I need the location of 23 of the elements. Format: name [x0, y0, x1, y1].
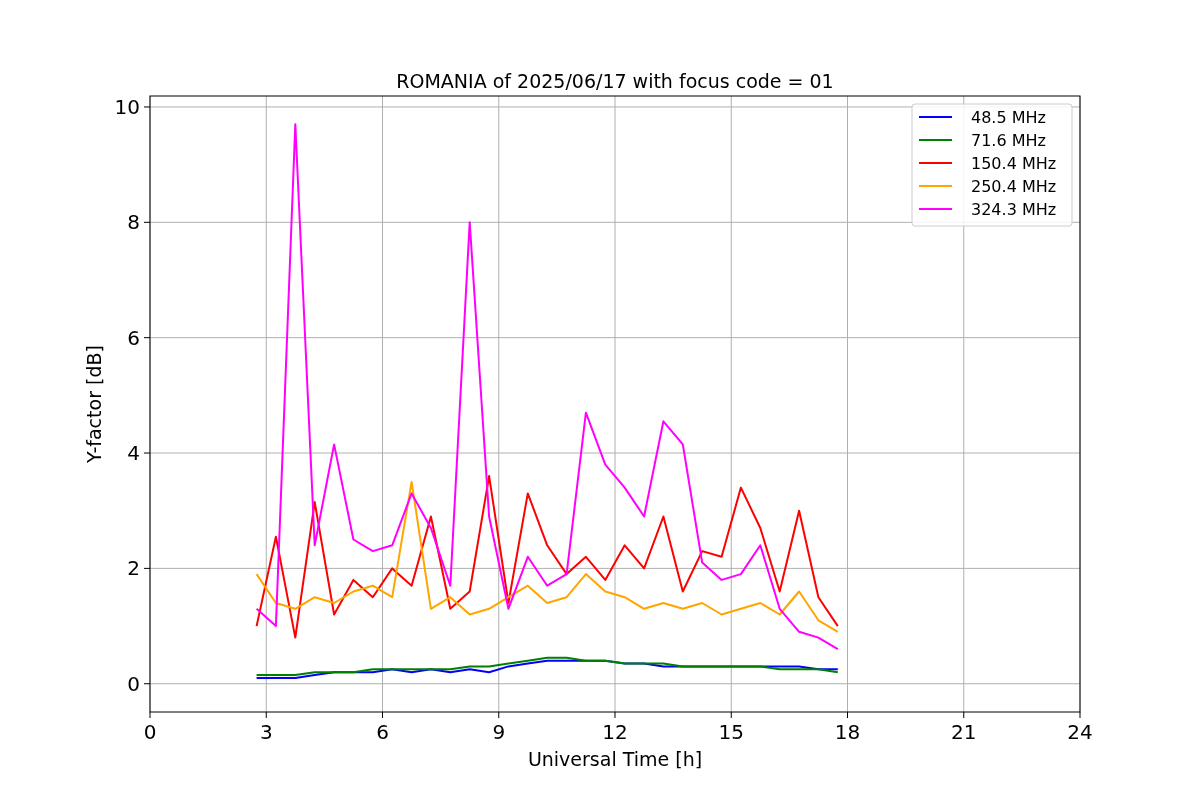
- tick-label: 21: [951, 720, 977, 744]
- tick-label: 24: [1067, 720, 1093, 744]
- tick-label: 0: [127, 671, 140, 696]
- tick-label: 9: [492, 720, 506, 744]
- tick-label: 10: [114, 94, 140, 119]
- legend-label: 250.4 MHz: [971, 177, 1057, 196]
- tick-label: 18: [834, 720, 861, 744]
- legend-label: 324.3 MHz: [971, 200, 1057, 219]
- tick-label: 4: [127, 441, 140, 466]
- tick-label: 6: [376, 720, 389, 744]
- x-axis-label: Universal Time [h]: [527, 748, 703, 770]
- tick-label: 8: [127, 210, 140, 235]
- tick-label: 2: [127, 556, 140, 581]
- tick-label: 0: [143, 720, 157, 744]
- tick-label: 3: [259, 720, 273, 744]
- tick-label: 6: [127, 325, 140, 350]
- chart-title: ROMANIA of 2025/06/17 with focus code = 01: [396, 70, 834, 92]
- legend-label: 71.6 MHz: [971, 131, 1046, 150]
- tick-label: 15: [718, 720, 744, 744]
- y-axis-label: Y-factor [dB]: [83, 345, 105, 463]
- legend-label: 48.5 MHz: [971, 108, 1046, 127]
- legend-label: 150.4 MHz: [971, 154, 1057, 173]
- tick-label: 12: [602, 720, 628, 744]
